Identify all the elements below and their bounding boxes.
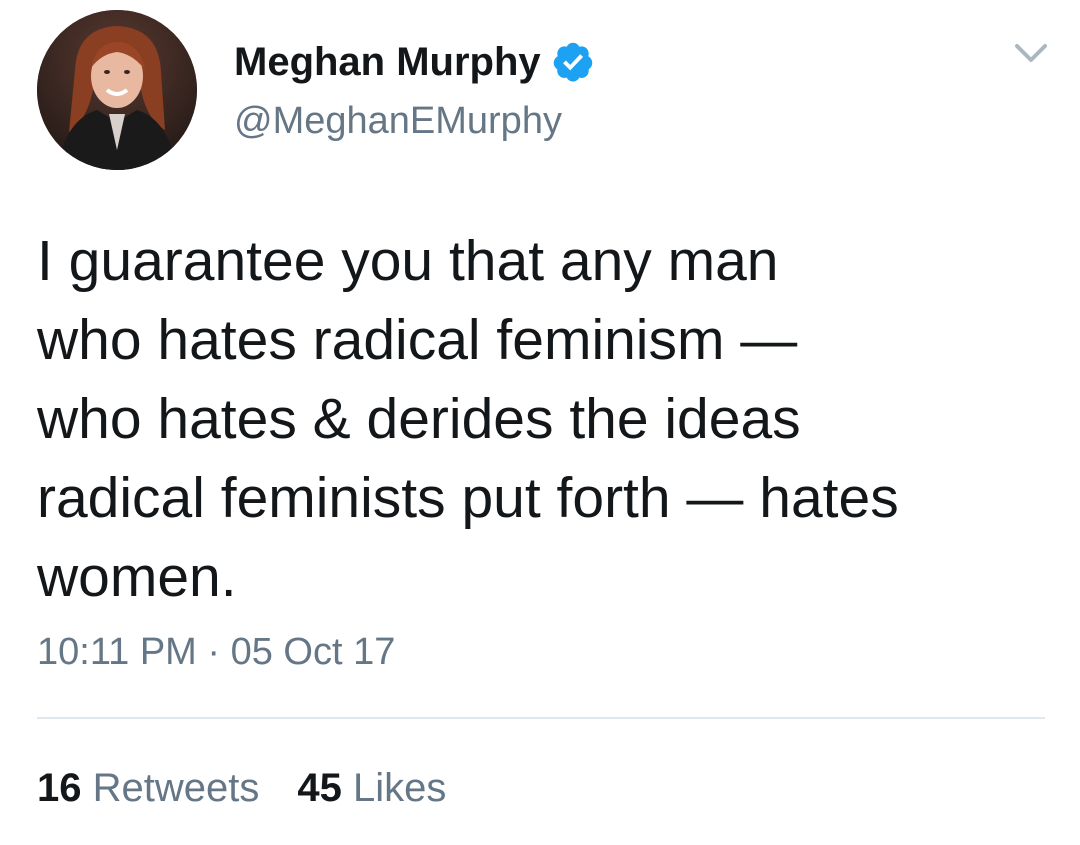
retweets-count: 16 [37, 766, 82, 810]
verified-badge-icon [553, 42, 592, 82]
chevron-down-icon[interactable] [1012, 38, 1050, 68]
tweet-text: I guarantee you that any man who hates r… [37, 222, 1047, 617]
tweet-stats: 16 Retweets 45 Likes [37, 760, 446, 816]
retweets-label: Retweets [92, 766, 260, 810]
tweet-text-line: women. [37, 545, 237, 609]
tweet-text-line: who hates & derides the ideas [37, 387, 801, 451]
likes-label: Likes [353, 766, 447, 810]
tweet-text-line: who hates radical feminism — [37, 308, 798, 372]
profile-photo [37, 10, 197, 170]
tweet-text-line: radical feminists put forth — hates [37, 466, 899, 530]
tweet-text-line: I guarantee you that any man [37, 229, 779, 293]
avatar[interactable] [37, 10, 197, 170]
tweet-timestamp[interactable]: 10:11 PM · 05 Oct 17 [37, 624, 395, 680]
author-name-row[interactable]: Meghan Murphy [234, 36, 595, 88]
display-name[interactable]: Meghan Murphy [234, 36, 541, 88]
retweets-stat[interactable]: 16 Retweets [37, 760, 259, 816]
author-handle[interactable]: @MeghanEMurphy [234, 96, 562, 146]
likes-count: 45 [297, 766, 342, 810]
divider [37, 717, 1045, 719]
likes-stat[interactable]: 45 Likes [297, 760, 446, 816]
